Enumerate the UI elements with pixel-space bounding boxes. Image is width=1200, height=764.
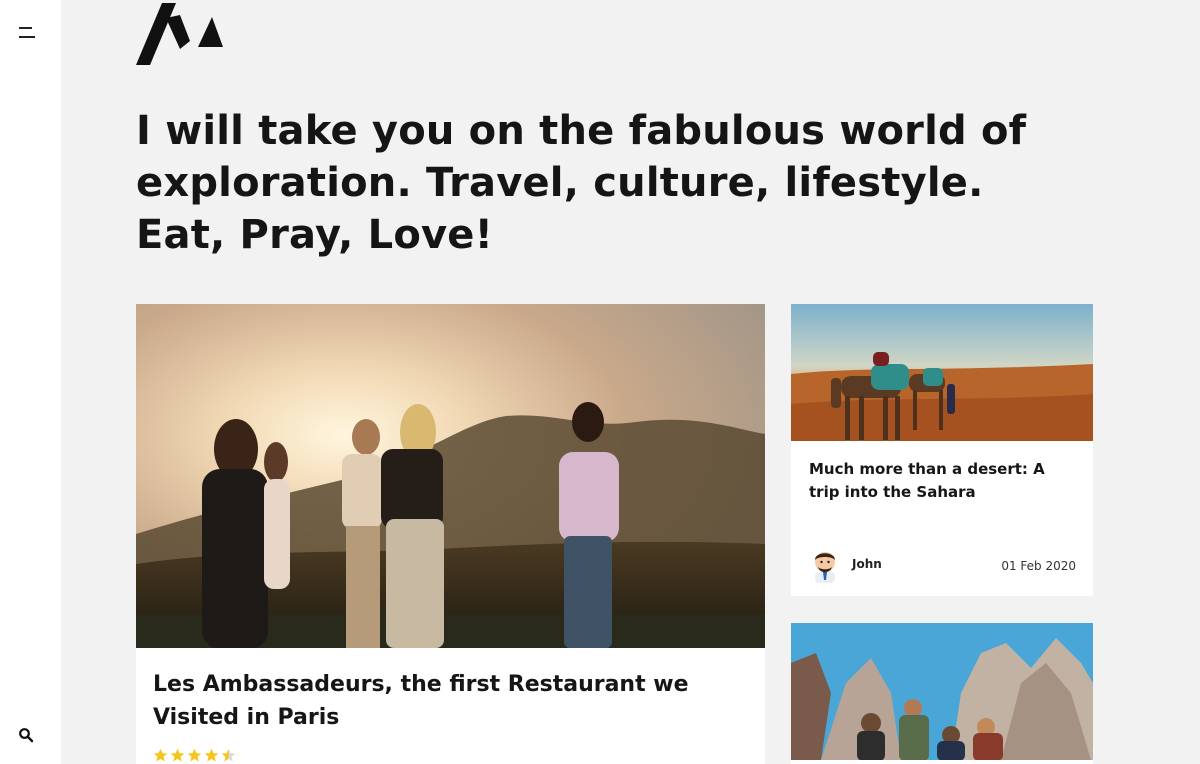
side-post-card[interactable] [791, 623, 1093, 764]
star-icon [204, 748, 219, 762]
featured-post-title[interactable]: Les Ambassadeurs, the first Restaurant w… [153, 668, 753, 734]
search-icon[interactable] [18, 727, 34, 743]
star-half-icon [221, 748, 236, 762]
star-icon [170, 748, 185, 762]
hamburger-menu-icon[interactable] [19, 27, 37, 39]
side-post-title[interactable]: Much more than a desert: A trip into the… [809, 458, 1079, 504]
rating-stars [153, 748, 236, 763]
side-post-card[interactable]: Much more than a desert: A trip into the… [791, 304, 1093, 596]
hero-headline: I will take you on the fabulous world of… [136, 108, 1027, 258]
post-date: 01 Feb 2020 [1001, 559, 1076, 573]
featured-post-image[interactable] [136, 304, 765, 648]
author-name[interactable]: John [852, 557, 882, 571]
side-post-image[interactable] [791, 304, 1093, 441]
sidebar [0, 0, 61, 764]
author-avatar [815, 552, 835, 583]
logo-mark[interactable] [136, 3, 224, 65]
featured-post-card[interactable]: Les Ambassadeurs, the first Restaurant w… [136, 304, 765, 764]
star-icon [187, 748, 202, 762]
star-icon [153, 748, 168, 762]
side-post-image[interactable] [791, 623, 1093, 760]
